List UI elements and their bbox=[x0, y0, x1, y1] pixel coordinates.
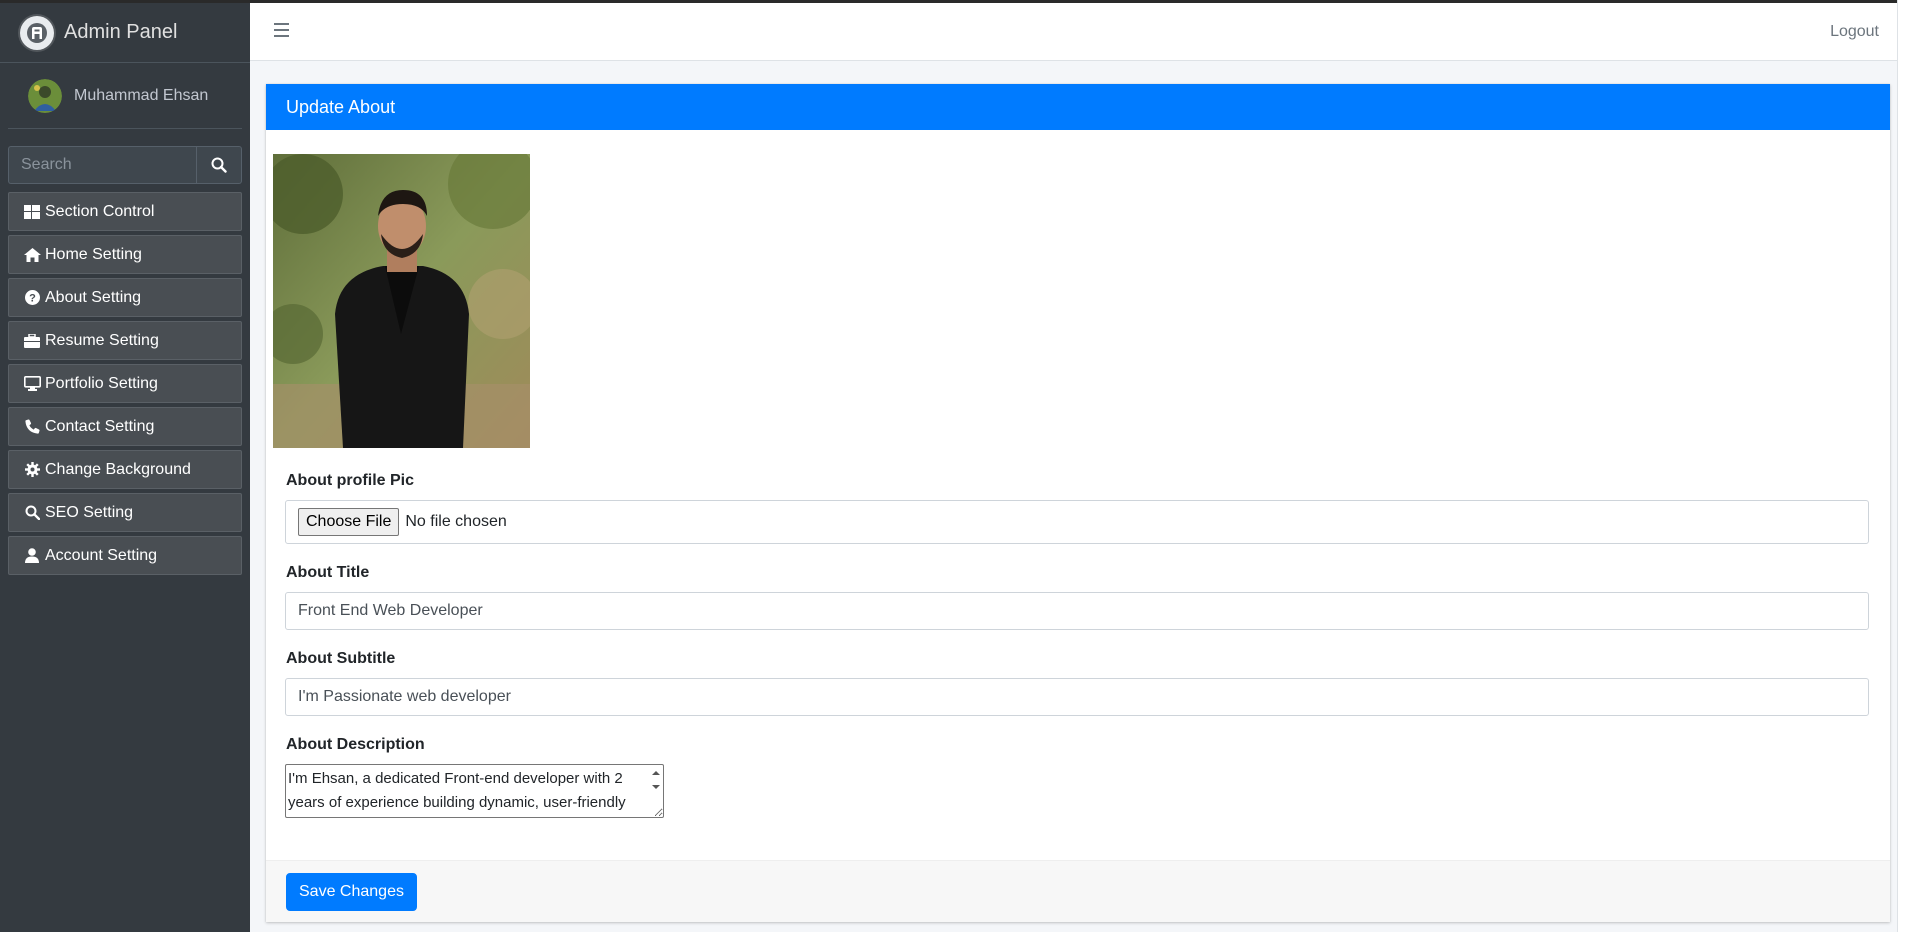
svg-text:?: ? bbox=[29, 293, 36, 305]
home-icon bbox=[23, 247, 41, 263]
sidebar-item-change-background[interactable]: Change Background bbox=[8, 450, 242, 489]
choose-file-button[interactable]: Choose File bbox=[298, 508, 400, 536]
about-subtitle-label: About Subtitle bbox=[286, 650, 396, 667]
sidebar-item-label: SEO Setting bbox=[45, 503, 134, 521]
avatar bbox=[28, 78, 62, 113]
grid-icon bbox=[23, 204, 41, 220]
brand-logo-icon bbox=[20, 15, 54, 50]
save-changes-button[interactable]: Save Changes bbox=[286, 873, 417, 911]
file-status-text: No file chosen bbox=[405, 513, 507, 530]
search-button[interactable] bbox=[196, 146, 242, 184]
about-subtitle-input[interactable] bbox=[285, 678, 1869, 716]
sidebar-search bbox=[8, 146, 242, 184]
about-description-textarea[interactable]: I'm Ehsan, a dedicated Front-end develop… bbox=[285, 764, 664, 818]
scroll-up-icon bbox=[652, 771, 660, 775]
sidebar-item-contact-setting[interactable]: Contact Setting bbox=[8, 407, 242, 446]
user-name[interactable]: Muhammad Ehsan bbox=[74, 87, 208, 105]
textarea-scrollbar[interactable] bbox=[649, 765, 663, 817]
about-profile-photo bbox=[273, 154, 530, 448]
briefcase-icon bbox=[23, 333, 41, 349]
sidebar-item-portfolio-setting[interactable]: Portfolio Setting bbox=[8, 364, 242, 403]
top-navbar: Logout bbox=[250, 0, 1909, 61]
about-description-label: About Description bbox=[286, 736, 425, 753]
logout-link[interactable]: Logout bbox=[1830, 23, 1879, 41]
sidebar-nav: Section Control Home Setting ? About Set… bbox=[8, 192, 242, 579]
search-icon bbox=[211, 157, 227, 173]
brand-title: Admin Panel bbox=[64, 21, 178, 43]
sidebar-item-label: Account Setting bbox=[45, 546, 158, 564]
gear-icon bbox=[23, 462, 41, 478]
search-input[interactable] bbox=[8, 146, 196, 184]
sidebar-item-account-setting[interactable]: Account Setting bbox=[8, 536, 242, 575]
card-title: Update About bbox=[266, 84, 1890, 130]
menu-toggle-icon[interactable] bbox=[274, 23, 289, 37]
card-footer: Save Changes bbox=[266, 860, 1890, 922]
brand-link[interactable]: Admin Panel bbox=[0, 3, 250, 63]
about-pic-file-input[interactable]: Choose File No file chosen bbox=[285, 500, 1869, 544]
sidebar-item-home-setting[interactable]: Home Setting bbox=[8, 235, 242, 274]
search-icon bbox=[23, 505, 41, 521]
sidebar: Admin Panel Muhammad Ehsan Section Contr… bbox=[0, 0, 250, 932]
user-icon bbox=[23, 548, 41, 564]
sidebar-item-label: Section Control bbox=[45, 202, 155, 220]
sidebar-item-label: About Setting bbox=[45, 288, 142, 306]
sidebar-item-label: Resume Setting bbox=[45, 331, 159, 349]
user-panel[interactable]: Muhammad Ehsan bbox=[8, 63, 242, 129]
sidebar-item-label: Change Background bbox=[45, 460, 191, 478]
scroll-down-icon bbox=[652, 785, 660, 789]
sidebar-item-resume-setting[interactable]: Resume Setting bbox=[8, 321, 242, 360]
sidebar-item-section-control[interactable]: Section Control bbox=[8, 192, 242, 231]
sidebar-item-seo-setting[interactable]: SEO Setting bbox=[8, 493, 242, 532]
question-circle-icon: ? bbox=[23, 290, 41, 306]
sidebar-item-about-setting[interactable]: ? About Setting bbox=[8, 278, 242, 317]
about-pic-label: About profile Pic bbox=[286, 472, 414, 489]
page-scrollbar[interactable] bbox=[1897, 0, 1909, 932]
about-title-input[interactable] bbox=[285, 592, 1869, 630]
phone-icon bbox=[23, 419, 41, 435]
update-about-card: Update About About profile Pic Choose Fi… bbox=[266, 84, 1890, 922]
monitor-icon bbox=[23, 376, 41, 392]
about-title-label: About Title bbox=[286, 564, 370, 581]
sidebar-item-label: Portfolio Setting bbox=[45, 374, 158, 392]
sidebar-item-label: Home Setting bbox=[45, 245, 142, 263]
sidebar-item-label: Contact Setting bbox=[45, 417, 155, 435]
